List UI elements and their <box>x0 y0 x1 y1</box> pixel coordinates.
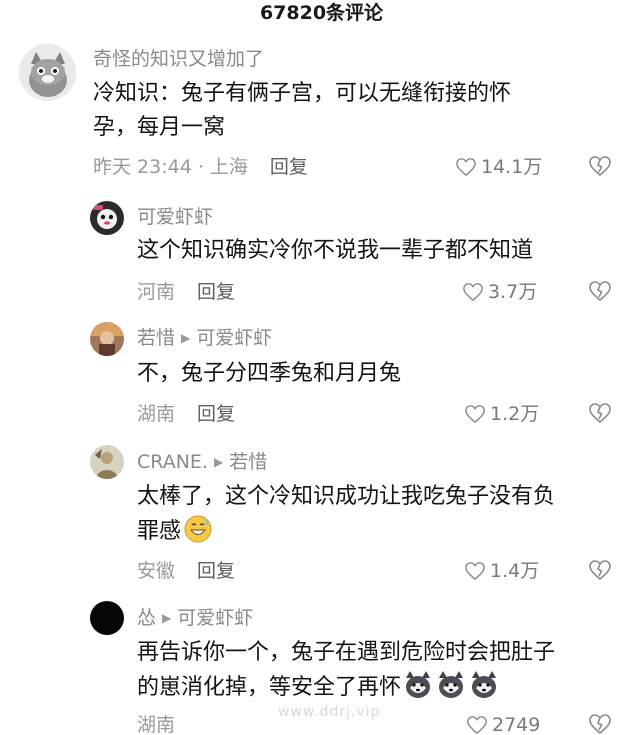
dislike-button[interactable] <box>588 559 612 585</box>
comment-meta: 湖南 <box>137 712 175 735</box>
like-count: 3.7万 <box>488 281 538 303</box>
comment-text-line: 冷知识：兔子有俩子宫，可以无缝衔接的怀 <box>93 81 512 106</box>
comment-meta: 昨天 23:44 · 上海 回复 <box>93 154 308 180</box>
like-button[interactable]: 14.1万 <box>455 154 542 180</box>
reply-arrow-icon: ▶ <box>162 611 172 625</box>
comment-username: 若惜 ▶ 可爱虾虾 <box>137 326 272 350</box>
comment-username: 怂 ▶ 可爱虾虾 <box>137 606 253 630</box>
comment-meta: 湖南 回复 <box>137 401 235 427</box>
figure-avatar[interactable] <box>90 445 124 479</box>
author-name[interactable]: 怂 <box>137 607 156 629</box>
dislike-button[interactable] <box>588 155 612 181</box>
time-location: 湖南 <box>137 403 176 425</box>
reply-button[interactable]: 回复 <box>197 403 235 425</box>
broken-heart-icon <box>589 560 611 581</box>
dislike-button[interactable] <box>588 713 612 735</box>
time-location: 河南 <box>137 281 176 303</box>
like-count: 14.1万 <box>481 156 543 178</box>
time-location: 湖南 <box>137 714 176 735</box>
watermark: www.ddrj.vip <box>278 704 381 720</box>
dislike-button[interactable] <box>588 280 612 306</box>
comment-username[interactable]: 可爱虾虾 <box>137 205 213 229</box>
comment-username[interactable]: 奇怪的知识又增加了 <box>93 47 264 71</box>
heart-icon <box>456 158 476 177</box>
comment-text: 再告诉你一个，兔子在遇到危险时会把肚子 的崽消化掉，等安全了再怀 <box>137 636 627 711</box>
reply-button[interactable]: 回复 <box>197 560 235 582</box>
reply-button[interactable]: 回复 <box>197 281 235 303</box>
cartoon-avatar[interactable] <box>90 201 124 235</box>
like-button[interactable]: 3.7万 <box>462 279 537 305</box>
comment-text: 太棒了，这个冷知识成功让我吃兔子没有负 罪感 <box>137 480 617 555</box>
like-count: 2749 <box>492 714 541 735</box>
comment-meta: 安徽 回复 <box>137 558 235 584</box>
reply-arrow-icon: ▶ <box>213 455 224 469</box>
time-location: 安徽 <box>137 560 176 582</box>
heart-icon <box>465 405 485 424</box>
grinning-sweat-emoji <box>183 514 213 555</box>
like-button[interactable]: 2749 <box>466 712 540 735</box>
comment-text-line: 罪感 <box>137 514 617 555</box>
heart-icon <box>467 716 487 735</box>
heart-icon <box>463 283 483 302</box>
comment-text-line: 这个知识确实冷你不说我一辈子都不知道 <box>137 238 534 263</box>
like-button[interactable]: 1.2万 <box>464 401 539 427</box>
comment-username: CRANE. ▶ 若惜 <box>137 450 267 474</box>
broken-heart-icon <box>589 281 611 302</box>
comment-text: 不，兔子分四季兔和月月兔 <box>137 357 617 391</box>
author-name[interactable]: CRANE. <box>137 451 208 473</box>
author-name[interactable]: 若惜 <box>137 327 175 349</box>
person-avatar[interactable] <box>90 322 124 356</box>
comment-text: 冷知识：兔子有俩子宫，可以无缝衔接的怀 孕，每月一窝 <box>93 77 613 145</box>
reply-to-name[interactable]: 可爱虾虾 <box>196 327 272 349</box>
reply-arrow-icon: ▶ <box>181 331 191 345</box>
broken-heart-icon <box>589 156 611 177</box>
dislike-button[interactable] <box>588 402 612 428</box>
cat-avatar[interactable] <box>19 44 76 101</box>
comment-text-line: 太棒了，这个冷知识成功让我吃兔子没有负 <box>137 484 556 509</box>
like-button[interactable]: 1.4万 <box>464 558 539 584</box>
like-count: 1.2万 <box>490 403 540 425</box>
reply-button[interactable]: 回复 <box>270 156 308 178</box>
comment-meta: 河南 回复 <box>137 279 235 305</box>
comment-text-line: 不，兔子分四季兔和月月兔 <box>137 361 402 386</box>
broken-heart-icon <box>589 403 611 424</box>
comment-text: 这个知识确实冷你不说我一辈子都不知道 <box>137 234 617 268</box>
husky-emoji <box>403 670 499 711</box>
broken-heart-icon <box>589 714 611 735</box>
reply-to-name[interactable]: 可爱虾虾 <box>177 607 253 629</box>
comment-count-title: 67820条评论 <box>259 2 384 24</box>
like-count: 1.4万 <box>490 560 540 582</box>
comment-text-line: 孕，每月一窝 <box>93 115 226 140</box>
black-avatar[interactable] <box>90 601 124 635</box>
heart-icon <box>465 562 485 581</box>
comment-text-line: 再告诉你一个，兔子在遇到危险时会把肚子 <box>137 640 556 665</box>
reply-to-name[interactable]: 若惜 <box>229 451 267 473</box>
comment-text-line: 的崽消化掉，等安全了再怀 <box>137 670 627 711</box>
time-location: 昨天 23:44 · 上海 <box>93 156 248 178</box>
